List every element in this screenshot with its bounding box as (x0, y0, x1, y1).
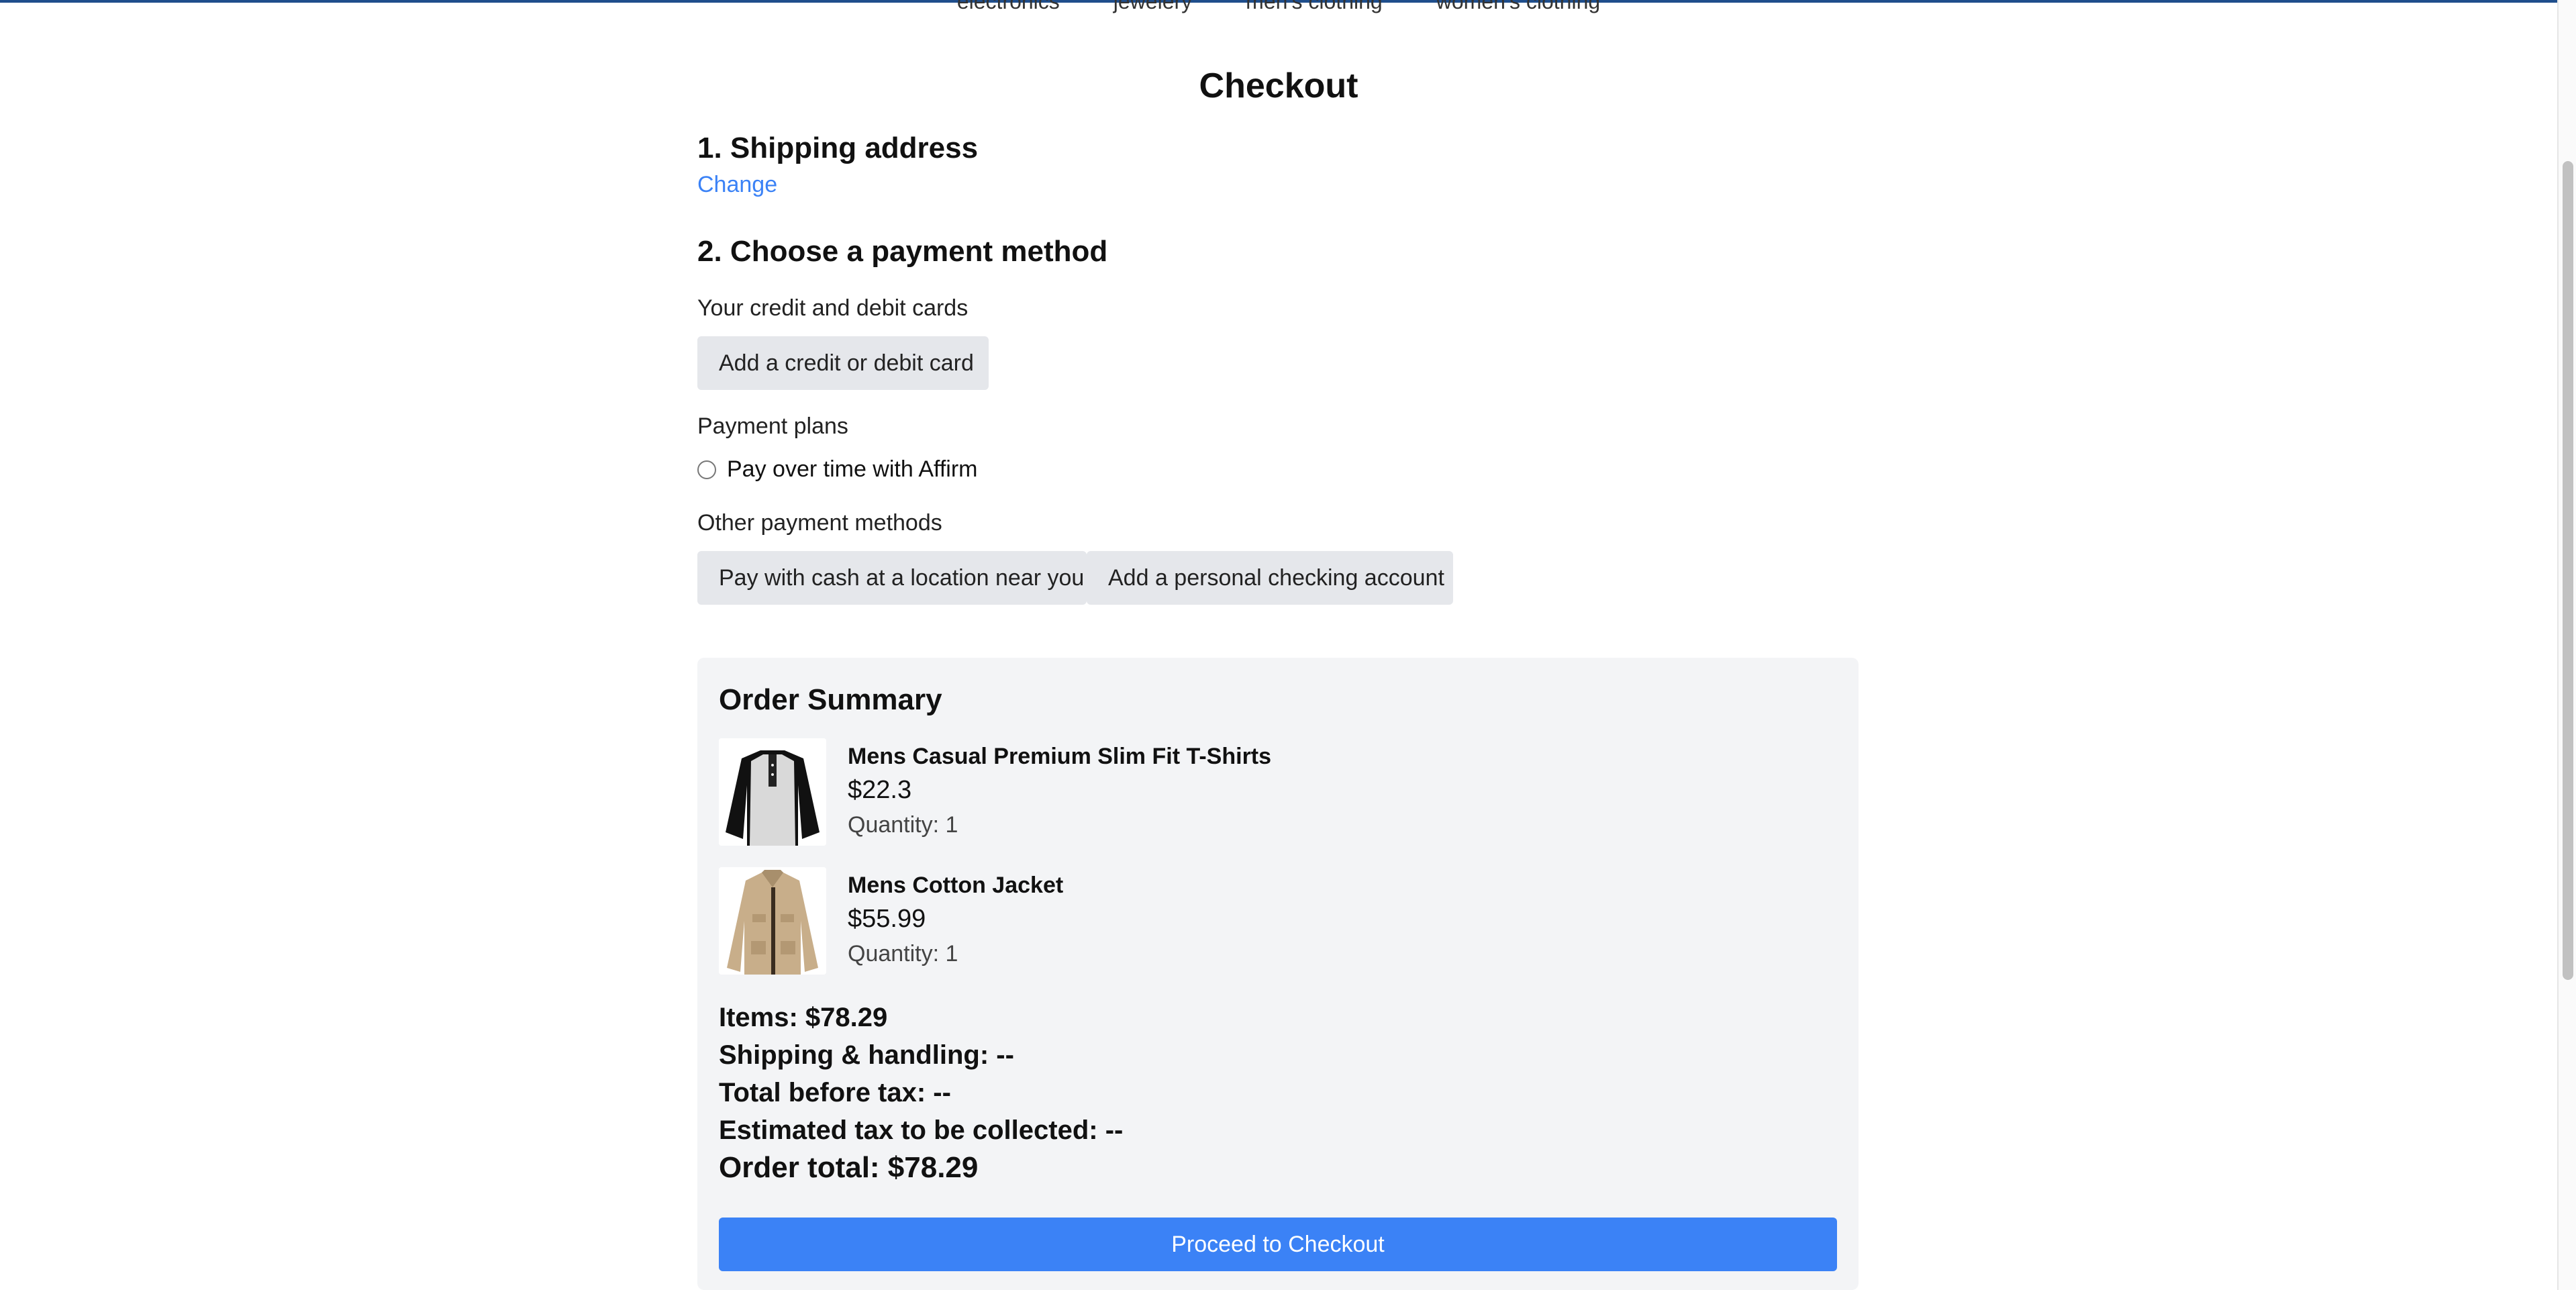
item-price: $55.99 (848, 905, 926, 933)
add-checking-button[interactable]: Add a personal checking account (1087, 551, 1453, 605)
add-card-button[interactable]: Add a credit or debit card (697, 336, 989, 390)
estimated-tax: Estimated tax to be collected: -- (719, 1115, 1124, 1145)
affirm-radio[interactable] (697, 460, 716, 479)
shipping-heading: 1. Shipping address (697, 132, 979, 164)
category-nav: electronics jewelery men's clothing wome… (0, 0, 2557, 14)
proceed-to-checkout-button[interactable]: Proceed to Checkout (719, 1218, 1837, 1271)
order-item: Mens Casual Premium Slim Fit T-Shirts $2… (719, 738, 1833, 846)
order-item: Mens Cotton Jacket $55.99 Quantity: 1 (719, 867, 1833, 975)
item-quantity: Quantity: 1 (848, 941, 958, 966)
items-total: Items: $78.29 (719, 1003, 888, 1032)
change-address-link[interactable]: Change (697, 172, 777, 198)
total-before-tax: Total before tax: -- (719, 1078, 951, 1107)
nav-jewelery[interactable]: jewelery (1113, 0, 1192, 14)
pay-cash-button[interactable]: Pay with cash at a location near you (697, 551, 1087, 605)
summary-heading: Order Summary (719, 683, 942, 716)
nav-womens-clothing[interactable]: women's clothing (1436, 0, 1600, 14)
affirm-label: Pay over time with Affirm (727, 456, 978, 482)
cards-label: Your credit and debit cards (697, 295, 969, 321)
payment-plans-label: Payment plans (697, 413, 848, 439)
item-quantity: Quantity: 1 (848, 812, 958, 838)
tshirt-thumbnail (719, 738, 826, 846)
other-methods-label: Other payment methods (697, 510, 942, 536)
order-summary: Order Summary Mens Casual Premium Slim F… (697, 658, 1859, 1290)
jacket-thumbnail (719, 867, 826, 975)
nav-mens-clothing[interactable]: men's clothing (1246, 0, 1383, 14)
checkout-page: electronics jewelery men's clothing wome… (0, 0, 2557, 1290)
item-price: $22.3 (848, 776, 912, 804)
payment-heading: 2. Choose a payment method (697, 235, 1108, 268)
item-name[interactable]: Mens Cotton Jacket (848, 873, 1063, 899)
affirm-option[interactable]: Pay over time with Affirm (697, 456, 978, 483)
vertical-scrollbar[interactable] (2557, 0, 2576, 1290)
scrollbar-thumb[interactable] (2563, 161, 2573, 980)
nav-electronics[interactable]: electronics (957, 0, 1060, 14)
page-title: Checkout (1199, 66, 1358, 105)
shipping-handling: Shipping & handling: -- (719, 1040, 1014, 1070)
item-name[interactable]: Mens Casual Premium Slim Fit T-Shirts (848, 744, 1271, 770)
order-total: Order total: $78.29 (719, 1151, 979, 1184)
order-totals: Items: $78.29 Shipping & handling: -- To… (719, 999, 1123, 1187)
